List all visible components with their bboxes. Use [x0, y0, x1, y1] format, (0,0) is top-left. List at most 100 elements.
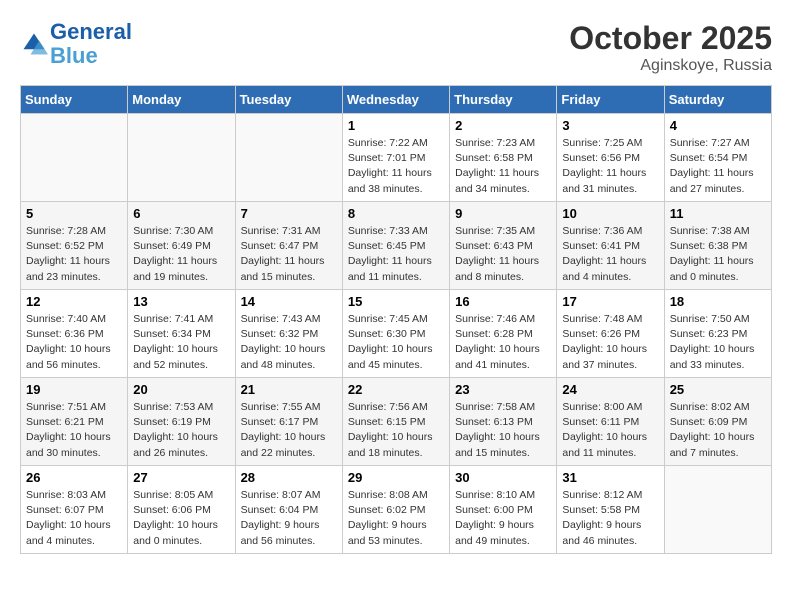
day-number: 7	[241, 206, 337, 221]
calendar-cell: 22 Sunrise: 7:56 AM Sunset: 6:15 PM Dayli…	[342, 378, 449, 466]
day-info: Sunrise: 7:38 AM Sunset: 6:38 PM Dayligh…	[670, 224, 766, 285]
day-number: 13	[133, 294, 229, 309]
day-info: Sunrise: 7:23 AM Sunset: 6:58 PM Dayligh…	[455, 136, 551, 197]
day-number: 31	[562, 470, 658, 485]
day-number: 18	[670, 294, 766, 309]
day-number: 10	[562, 206, 658, 221]
day-info: Sunrise: 7:33 AM Sunset: 6:45 PM Dayligh…	[348, 224, 444, 285]
calendar-cell: 10Sunrise: 7:36 AM Sunset: 6:41 PM Dayli…	[557, 202, 664, 290]
day-number: 17	[562, 294, 658, 309]
calendar-cell	[235, 114, 342, 202]
calendar-cell: 28 Sunrise: 8:07 AM Sunset: 6:04 PM Dayli…	[235, 466, 342, 554]
day-info: Sunrise: 7:56 AM Sunset: 6:15 PM Dayligh…	[348, 400, 444, 461]
day-number: 8	[348, 206, 444, 221]
calendar-cell: 21 Sunrise: 7:55 AM Sunset: 6:17 PM Dayli…	[235, 378, 342, 466]
weekday-header-saturday: Saturday	[664, 86, 771, 114]
day-number: 4	[670, 118, 766, 133]
day-number: 22	[348, 382, 444, 397]
week-row-1: 1 Sunrise: 7:22 AM Sunset: 7:01 PM Daylig…	[21, 114, 772, 202]
day-number: 24	[562, 382, 658, 397]
day-info: Sunrise: 8:12 AM Sunset: 5:58 PM Dayligh…	[562, 488, 658, 549]
calendar-cell: 1 Sunrise: 7:22 AM Sunset: 7:01 PM Daylig…	[342, 114, 449, 202]
day-number: 19	[26, 382, 122, 397]
calendar-cell: 11Sunrise: 7:38 AM Sunset: 6:38 PM Dayli…	[664, 202, 771, 290]
day-info: Sunrise: 7:58 AM Sunset: 6:13 PM Dayligh…	[455, 400, 551, 461]
calendar-cell: 27 Sunrise: 8:05 AM Sunset: 6:06 PM Dayli…	[128, 466, 235, 554]
day-info: Sunrise: 7:25 AM Sunset: 6:56 PM Dayligh…	[562, 136, 658, 197]
day-number: 16	[455, 294, 551, 309]
day-info: Sunrise: 8:02 AM Sunset: 6:09 PM Dayligh…	[670, 400, 766, 461]
day-number: 28	[241, 470, 337, 485]
day-info: Sunrise: 8:10 AM Sunset: 6:00 PM Dayligh…	[455, 488, 551, 549]
week-row-3: 12Sunrise: 7:40 AM Sunset: 6:36 PM Dayli…	[21, 290, 772, 378]
calendar-cell: 17 Sunrise: 7:48 AM Sunset: 6:26 PM Dayli…	[557, 290, 664, 378]
location: Aginskoye, Russia	[569, 57, 772, 75]
day-number: 20	[133, 382, 229, 397]
logo-text: General Blue	[50, 20, 132, 68]
calendar-cell: 23 Sunrise: 7:58 AM Sunset: 6:13 PM Dayli…	[450, 378, 557, 466]
calendar-cell: 7 Sunrise: 7:31 AM Sunset: 6:47 PM Daylig…	[235, 202, 342, 290]
calendar-cell: 3Sunrise: 7:25 AM Sunset: 6:56 PM Daylig…	[557, 114, 664, 202]
calendar-cell: 29Sunrise: 8:08 AM Sunset: 6:02 PM Dayli…	[342, 466, 449, 554]
week-row-4: 19Sunrise: 7:51 AM Sunset: 6:21 PM Dayli…	[21, 378, 772, 466]
calendar-cell: 26Sunrise: 8:03 AM Sunset: 6:07 PM Dayli…	[21, 466, 128, 554]
weekday-header-wednesday: Wednesday	[342, 86, 449, 114]
page-header: General Blue October 2025 Aginskoye, Rus…	[20, 20, 772, 75]
calendar-cell: 9Sunrise: 7:35 AM Sunset: 6:43 PM Daylig…	[450, 202, 557, 290]
day-number: 27	[133, 470, 229, 485]
day-info: Sunrise: 7:43 AM Sunset: 6:32 PM Dayligh…	[241, 312, 337, 373]
day-info: Sunrise: 7:28 AM Sunset: 6:52 PM Dayligh…	[26, 224, 122, 285]
calendar-cell	[21, 114, 128, 202]
day-info: Sunrise: 8:05 AM Sunset: 6:06 PM Dayligh…	[133, 488, 229, 549]
week-row-2: 5 Sunrise: 7:28 AM Sunset: 6:52 PM Daylig…	[21, 202, 772, 290]
calendar-cell: 6Sunrise: 7:30 AM Sunset: 6:49 PM Daylig…	[128, 202, 235, 290]
calendar-cell: 4 Sunrise: 7:27 AM Sunset: 6:54 PM Daylig…	[664, 114, 771, 202]
calendar-cell: 5 Sunrise: 7:28 AM Sunset: 6:52 PM Daylig…	[21, 202, 128, 290]
day-info: Sunrise: 7:45 AM Sunset: 6:30 PM Dayligh…	[348, 312, 444, 373]
weekday-header-row: SundayMondayTuesdayWednesdayThursdayFrid…	[21, 86, 772, 114]
day-number: 6	[133, 206, 229, 221]
calendar-table: SundayMondayTuesdayWednesdayThursdayFrid…	[20, 85, 772, 554]
calendar-cell: 14 Sunrise: 7:43 AM Sunset: 6:32 PM Dayli…	[235, 290, 342, 378]
day-number: 1	[348, 118, 444, 133]
weekday-header-thursday: Thursday	[450, 86, 557, 114]
calendar-cell: 16 Sunrise: 7:46 AM Sunset: 6:28 PM Dayli…	[450, 290, 557, 378]
calendar-cell: 12Sunrise: 7:40 AM Sunset: 6:36 PM Dayli…	[21, 290, 128, 378]
calendar-cell: 2 Sunrise: 7:23 AM Sunset: 6:58 PM Daylig…	[450, 114, 557, 202]
day-info: Sunrise: 7:31 AM Sunset: 6:47 PM Dayligh…	[241, 224, 337, 285]
calendar-cell: 13Sunrise: 7:41 AM Sunset: 6:34 PM Dayli…	[128, 290, 235, 378]
calendar-cell: 19Sunrise: 7:51 AM Sunset: 6:21 PM Dayli…	[21, 378, 128, 466]
calendar-cell: 15Sunrise: 7:45 AM Sunset: 6:30 PM Dayli…	[342, 290, 449, 378]
day-number: 5	[26, 206, 122, 221]
calendar-cell: 25 Sunrise: 8:02 AM Sunset: 6:09 PM Dayli…	[664, 378, 771, 466]
day-number: 23	[455, 382, 551, 397]
weekday-header-monday: Monday	[128, 86, 235, 114]
day-info: Sunrise: 7:55 AM Sunset: 6:17 PM Dayligh…	[241, 400, 337, 461]
day-info: Sunrise: 7:27 AM Sunset: 6:54 PM Dayligh…	[670, 136, 766, 197]
day-info: Sunrise: 7:48 AM Sunset: 6:26 PM Dayligh…	[562, 312, 658, 373]
title-block: October 2025 Aginskoye, Russia	[569, 20, 772, 75]
calendar-cell: 30 Sunrise: 8:10 AM Sunset: 6:00 PM Dayli…	[450, 466, 557, 554]
day-number: 30	[455, 470, 551, 485]
day-number: 12	[26, 294, 122, 309]
day-info: Sunrise: 8:07 AM Sunset: 6:04 PM Dayligh…	[241, 488, 337, 549]
calendar-cell: 31 Sunrise: 8:12 AM Sunset: 5:58 PM Dayli…	[557, 466, 664, 554]
day-info: Sunrise: 7:46 AM Sunset: 6:28 PM Dayligh…	[455, 312, 551, 373]
day-info: Sunrise: 7:50 AM Sunset: 6:23 PM Dayligh…	[670, 312, 766, 373]
day-number: 26	[26, 470, 122, 485]
day-number: 2	[455, 118, 551, 133]
calendar-cell: 8 Sunrise: 7:33 AM Sunset: 6:45 PM Daylig…	[342, 202, 449, 290]
calendar-cell	[664, 466, 771, 554]
day-number: 9	[455, 206, 551, 221]
day-info: Sunrise: 8:00 AM Sunset: 6:11 PM Dayligh…	[562, 400, 658, 461]
month-title: October 2025	[569, 20, 772, 57]
weekday-header-tuesday: Tuesday	[235, 86, 342, 114]
week-row-5: 26Sunrise: 8:03 AM Sunset: 6:07 PM Dayli…	[21, 466, 772, 554]
day-info: Sunrise: 7:22 AM Sunset: 7:01 PM Dayligh…	[348, 136, 444, 197]
logo: General Blue	[20, 20, 132, 68]
calendar-cell: 20Sunrise: 7:53 AM Sunset: 6:19 PM Dayli…	[128, 378, 235, 466]
day-number: 21	[241, 382, 337, 397]
day-number: 29	[348, 470, 444, 485]
day-number: 25	[670, 382, 766, 397]
day-number: 14	[241, 294, 337, 309]
